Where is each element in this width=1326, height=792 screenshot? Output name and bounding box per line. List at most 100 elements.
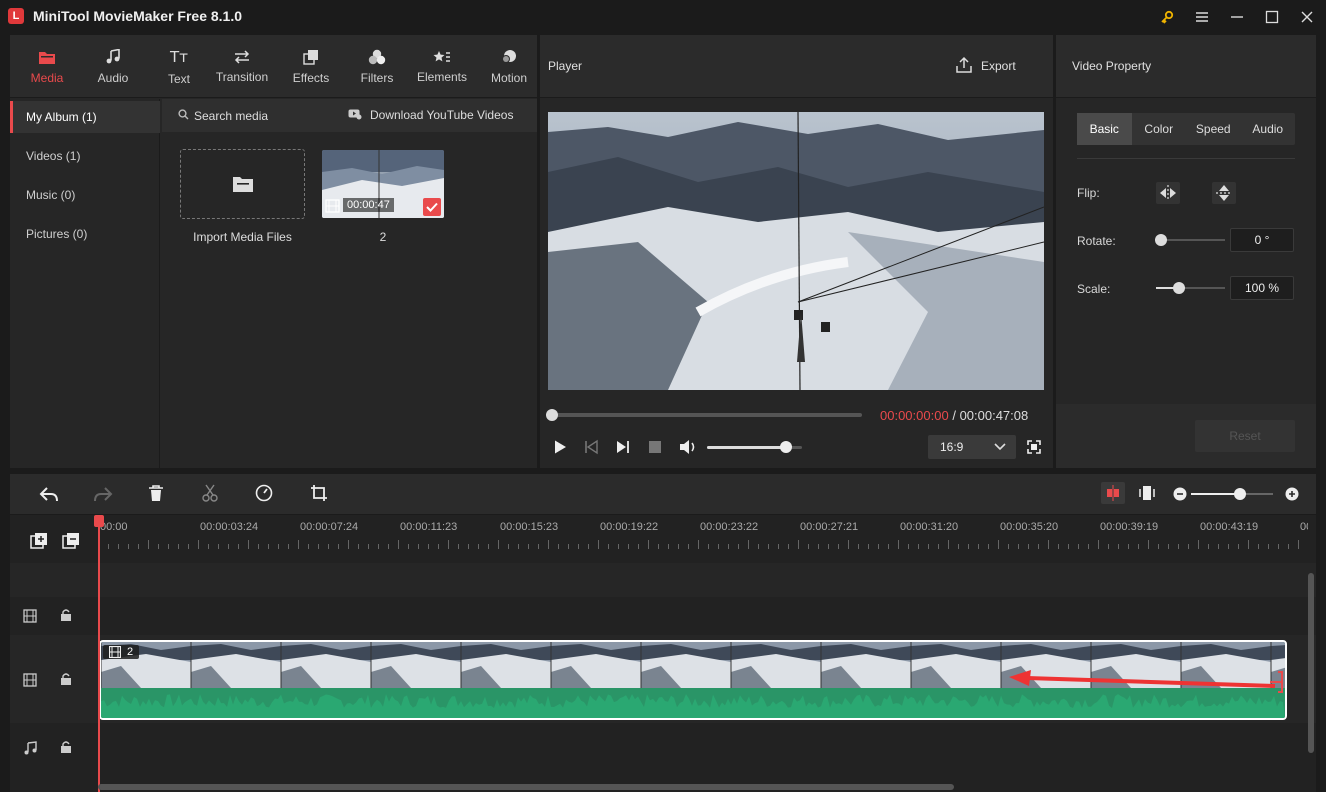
stop-icon[interactable]	[648, 440, 662, 454]
vertical-scrollbar[interactable]	[1308, 573, 1314, 753]
tab-text[interactable]: Tт Text	[154, 35, 204, 98]
volume-icon[interactable]	[678, 438, 698, 456]
ruler-tick	[358, 544, 359, 549]
aspect-ratio-select[interactable]: 16:9	[928, 435, 1016, 459]
ruler-tick	[1018, 544, 1019, 549]
media-search-row: Search media Download YouTube Videos	[162, 99, 537, 132]
tab-motion[interactable]: Motion	[484, 35, 534, 98]
rotate-handle[interactable]	[1155, 234, 1167, 246]
tab-elements[interactable]: Elements	[414, 35, 470, 98]
ruler-tick	[748, 540, 749, 549]
tab-filters-label: Filters	[360, 70, 394, 85]
fullscreen-icon[interactable]	[1027, 440, 1041, 454]
key-icon[interactable]	[1155, 5, 1179, 29]
video-track-icon	[23, 609, 37, 626]
play-icon[interactable]	[552, 439, 568, 455]
ruler-tick	[208, 544, 209, 549]
ruler-tick	[128, 544, 129, 549]
playback-progress-handle[interactable]	[546, 409, 558, 421]
next-frame-icon[interactable]	[615, 439, 631, 455]
sidebar-item-my-album[interactable]: My Album (1)	[10, 101, 160, 133]
sidebar-item-music[interactable]: Music (0)	[10, 179, 160, 211]
media-tab-bar: Media Audio Tт Text Transition Effects F…	[10, 35, 537, 98]
ruler-tick	[1068, 544, 1069, 549]
zoom-handle[interactable]	[1234, 488, 1247, 500]
app-logo-icon: L	[8, 8, 24, 24]
fit-timeline-icon[interactable]	[1139, 485, 1155, 504]
zoom-out-icon[interactable]	[1173, 487, 1187, 504]
undo-icon[interactable]	[39, 485, 59, 506]
timeline: 00:00 00:00:03:24 00:00:07:24 00:00:11:23 00…	[10, 515, 1316, 792]
export-button[interactable]: Export	[981, 59, 1016, 73]
horizontal-scrollbar[interactable]	[98, 784, 954, 790]
tab-basic[interactable]: Basic	[1077, 113, 1132, 145]
tab-speed[interactable]: Speed	[1186, 113, 1241, 145]
media-clip-thumbnail[interactable]: 00:00:47	[322, 150, 444, 218]
speed-icon[interactable]	[255, 484, 273, 505]
lock-icon[interactable]	[60, 608, 72, 625]
close-icon[interactable]	[1295, 5, 1319, 29]
ruler-tick	[1108, 544, 1109, 549]
volume-handle[interactable]	[779, 441, 792, 453]
remove-empty-track-icon[interactable]	[62, 532, 80, 553]
time-display: 00:00:00:00 / 00:00:47:08	[880, 408, 1028, 423]
import-media-button[interactable]	[180, 149, 305, 219]
ruler-tick	[1228, 544, 1229, 549]
ruler-tick	[968, 544, 969, 549]
ruler-tick	[798, 540, 799, 549]
volume-slider[interactable]	[707, 441, 802, 453]
sidebar-item-videos[interactable]: Videos (1)	[10, 140, 160, 172]
minimize-icon[interactable]	[1225, 5, 1249, 29]
rotate-value-field[interactable]: 0 °	[1230, 228, 1294, 252]
tab-filters[interactable]: Filters	[352, 35, 402, 98]
sidebar-item-pictures[interactable]: Pictures (0)	[10, 218, 160, 250]
ruler-tick-label: 00:00:07:24	[300, 521, 359, 533]
selected-check-icon[interactable]	[423, 198, 441, 216]
tab-audio[interactable]: Audio	[88, 35, 138, 98]
current-time: 00:00:00:00	[880, 408, 949, 423]
ruler-tick	[868, 544, 869, 549]
tab-transition[interactable]: Transition	[210, 35, 274, 98]
reset-button[interactable]: Reset	[1195, 420, 1295, 452]
crop-icon[interactable]	[310, 484, 328, 505]
drag-direction-arrow	[1005, 670, 1280, 690]
download-youtube-link[interactable]: Download YouTube Videos	[370, 108, 513, 122]
zoom-in-icon[interactable]	[1285, 487, 1299, 504]
timeline-ruler[interactable]: 00:00 00:00:03:24 00:00:07:24 00:00:11:23 00…	[98, 515, 1308, 553]
ruler-tick	[1148, 540, 1149, 549]
flip-vertical-icon[interactable]	[1212, 182, 1236, 204]
add-track-icon[interactable]	[30, 532, 48, 553]
scale-handle[interactable]	[1172, 282, 1185, 294]
scale-value-field[interactable]: 100 %	[1230, 276, 1294, 300]
tab-audio-property[interactable]: Audio	[1241, 113, 1296, 145]
ruler-tick	[618, 544, 619, 549]
tab-media[interactable]: Media	[22, 35, 72, 98]
ruler-tick	[588, 544, 589, 549]
rotate-slider[interactable]	[1155, 234, 1225, 246]
previous-frame-icon[interactable]	[583, 439, 599, 455]
lock-icon[interactable]	[60, 672, 72, 689]
search-input[interactable]: Search media	[194, 109, 268, 123]
playhead-handle[interactable]	[94, 515, 104, 527]
lock-icon[interactable]	[60, 740, 72, 757]
delete-icon[interactable]	[148, 484, 164, 505]
redo-icon[interactable]	[93, 485, 113, 506]
maximize-icon[interactable]	[1260, 5, 1284, 29]
ruler-tick	[298, 540, 299, 549]
playback-progress-bar[interactable]	[546, 409, 862, 421]
track-controls-header	[10, 515, 98, 563]
scale-label: Scale:	[1077, 282, 1111, 296]
tab-color[interactable]: Color	[1132, 113, 1187, 145]
playhead[interactable]	[98, 515, 100, 792]
scale-slider[interactable]	[1156, 282, 1225, 294]
flip-horizontal-icon[interactable]	[1156, 182, 1180, 204]
tab-effects[interactable]: Effects	[286, 35, 336, 98]
zoom-slider[interactable]	[1191, 488, 1273, 500]
split-scissors-icon[interactable]	[202, 484, 218, 505]
snap-toggle-icon[interactable]	[1101, 482, 1125, 504]
menu-icon[interactable]	[1190, 5, 1214, 29]
ruler-tick-label: 00:00:31:20	[900, 521, 959, 533]
media-library: Search media Download YouTube Videos Imp…	[162, 99, 537, 468]
ruler-tick	[1178, 544, 1179, 549]
video-preview[interactable]	[548, 112, 1044, 390]
